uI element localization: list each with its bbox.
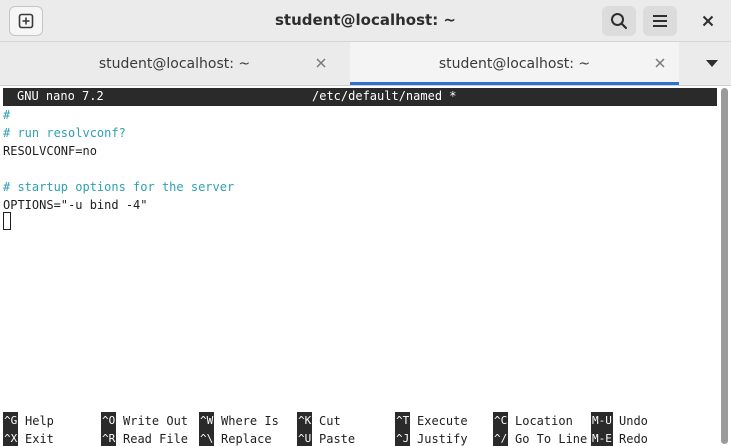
text-cursor xyxy=(3,212,11,230)
tab-list-dropdown[interactable] xyxy=(693,42,731,85)
shortcut-read-file: ^R Read File xyxy=(101,430,189,446)
shortcut-replace: ^\ Replace xyxy=(199,430,272,446)
terminal-area[interactable]: GNU nano 7.2 /etc/default/named * # # ru… xyxy=(0,86,731,446)
shortcut-write-out: ^O Write Out xyxy=(101,412,189,430)
tab-close-button[interactable] xyxy=(652,55,668,71)
shortcut-help: ^G Help xyxy=(3,412,54,430)
search-button[interactable] xyxy=(602,6,636,36)
tab-label: student@localhost: ~ xyxy=(438,55,591,72)
tab-label: student@localhost: ~ xyxy=(98,55,251,72)
chevron-down-icon xyxy=(706,59,718,67)
nano-version: GNU nano 7.2 xyxy=(17,89,104,103)
tab-terminal-1[interactable]: student@localhost: ~ xyxy=(0,42,349,85)
close-window-button[interactable] xyxy=(691,6,725,36)
editor-line: # run resolvconf? xyxy=(3,126,126,140)
new-tab-button[interactable] xyxy=(9,6,43,36)
tab-bar: student@localhost: ~ student@localhost: … xyxy=(0,42,731,86)
scrollbar-thumb[interactable] xyxy=(721,88,728,444)
scrollbar[interactable] xyxy=(720,88,729,444)
search-icon xyxy=(611,13,628,30)
hamburger-menu-icon xyxy=(653,15,667,27)
close-icon xyxy=(655,58,665,68)
close-icon xyxy=(702,15,714,27)
nano-title-bar: GNU nano 7.2 /etc/default/named * xyxy=(3,88,717,106)
shortcut-exit: ^X Exit xyxy=(3,430,54,446)
tab-close-button[interactable] xyxy=(313,55,329,71)
main-menu-button[interactable] xyxy=(643,6,677,36)
editor-line: OPTIONS="-u bind -4" xyxy=(3,198,148,212)
shortcut-location: ^C Location xyxy=(493,412,573,430)
shortcut-redo: M-E Redo xyxy=(591,430,648,446)
new-tab-icon xyxy=(18,13,34,29)
editor-line: # startup options for the server xyxy=(3,180,235,194)
editor-line: RESOLVCONF=no xyxy=(3,144,97,158)
close-icon xyxy=(316,58,326,68)
shortcut-where-is: ^W Where Is xyxy=(199,412,279,430)
tab-terminal-2[interactable]: student@localhost: ~ xyxy=(350,42,679,85)
shortcut-cut: ^K Cut xyxy=(297,412,341,430)
header-bar: student@localhost: ~ xyxy=(0,0,731,42)
editor-line: # xyxy=(3,108,11,122)
shortcut-justify: ^J Justify xyxy=(395,430,468,446)
shortcut-undo: M-U Undo xyxy=(591,412,648,430)
nano-filename: /etc/default/named * xyxy=(312,89,457,103)
shortcut-paste: ^U Paste xyxy=(297,430,356,446)
shortcut-execute: ^T Execute xyxy=(395,412,468,430)
shortcut-go-to-line: ^/ Go To Line xyxy=(493,430,588,446)
